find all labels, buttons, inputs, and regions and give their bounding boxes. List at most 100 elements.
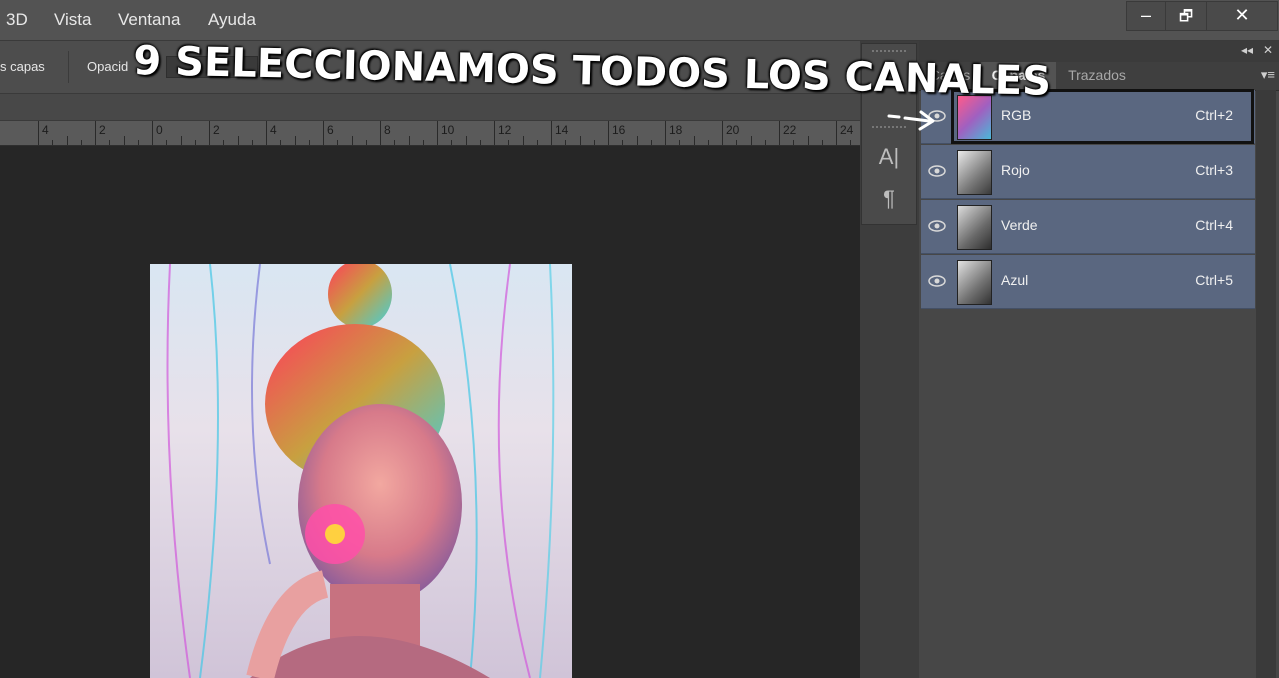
ruler-label: 22: [783, 123, 797, 137]
minimize-icon: –: [1140, 5, 1151, 25]
channel-name: Verde: [1001, 217, 1038, 233]
channel-shortcut: Ctrl+4: [1195, 217, 1233, 233]
ruler-minor-tick: [123, 136, 125, 145]
horizontal-ruler: 4 2 0 2 4 6 8 10 12 14 16 18 20 22 24: [0, 121, 880, 146]
ruler-minor-tick: [194, 140, 196, 145]
channel-thumbnail: [957, 150, 992, 195]
ruler-minor-tick: [80, 140, 82, 145]
ruler-minor-tick: [180, 136, 182, 145]
ruler-minor-tick: [109, 140, 111, 145]
ruler-major-tick: [437, 121, 438, 145]
panel-scrollbar[interactable]: [1256, 90, 1276, 678]
ruler-major-tick: [665, 121, 666, 145]
channel-shortcut: Ctrl+3: [1195, 162, 1233, 178]
menu-ayuda[interactable]: Ayuda: [208, 10, 256, 30]
collapse-panel-icon[interactable]: ◂◂: [1241, 43, 1253, 57]
ruler-major-tick: [722, 121, 723, 145]
minimize-button[interactable]: –: [1126, 1, 1166, 31]
ruler-minor-tick: [821, 140, 823, 145]
ruler-minor-tick: [636, 136, 638, 145]
ruler-minor-tick: [536, 140, 538, 145]
ruler-major-tick: [779, 121, 780, 145]
portrait-image: [166, 264, 555, 678]
opacity-label: Opacid: [87, 59, 129, 74]
ruler-minor-tick: [137, 140, 139, 145]
channel-row-azul[interactable]: Azul Ctrl+5: [921, 255, 1255, 309]
ruler-label: 10: [441, 123, 455, 137]
ruler-minor-tick: [750, 136, 752, 145]
document-tab-strip: [0, 94, 860, 121]
channel-name: Rojo: [1001, 162, 1030, 178]
document-photo[interactable]: [150, 264, 572, 678]
ruler-major-tick: [836, 121, 837, 145]
restore-button[interactable]: 🗗: [1165, 1, 1207, 31]
ruler-label: 16: [612, 123, 626, 137]
ruler-label: 2: [213, 123, 220, 137]
pointer-arrow-icon: [887, 110, 935, 131]
ruler-label: 4: [42, 123, 49, 137]
ruler-major-tick: [494, 121, 495, 145]
ruler-minor-tick: [351, 136, 353, 145]
ruler-minor-tick: [693, 136, 695, 145]
ruler-label: 0: [156, 123, 163, 137]
ruler-label: 14: [555, 123, 569, 137]
channels-panel: ◂◂ ✕ Capas Canales Trazados ▾≡ RGB Ctrl+…: [919, 41, 1279, 678]
ruler-minor-tick: [422, 140, 424, 145]
tab-trazados[interactable]: Trazados: [1056, 62, 1138, 90]
ruler-label: 12: [498, 123, 512, 137]
eye-icon[interactable]: [927, 161, 947, 181]
close-icon: ✕: [1234, 5, 1250, 25]
ruler-minor-tick: [565, 140, 567, 145]
ruler-minor-tick: [365, 140, 367, 145]
ruler-minor-tick: [394, 140, 396, 145]
menu-vista[interactable]: Vista: [54, 10, 92, 30]
ruler-minor-tick: [166, 140, 168, 145]
ruler-minor-tick: [736, 140, 738, 145]
ruler-minor-tick: [337, 140, 339, 145]
ruler-major-tick: [209, 121, 210, 145]
ruler-major-tick: [38, 121, 39, 145]
character-panel-button[interactable]: A|: [862, 144, 916, 170]
channel-row-rojo[interactable]: Rojo Ctrl+3: [921, 145, 1255, 199]
close-panel-icon[interactable]: ✕: [1263, 43, 1273, 57]
paragraph-icon: ¶: [883, 186, 895, 211]
ruler-label: 18: [669, 123, 683, 137]
panel-menu-icon[interactable]: ▾≡: [1261, 67, 1275, 83]
paragraph-panel-button[interactable]: ¶: [862, 186, 916, 212]
ruler-minor-tick: [308, 140, 310, 145]
restore-icon: 🗗: [1178, 8, 1194, 25]
ruler-major-tick: [551, 121, 552, 145]
menu-3d[interactable]: 3D: [6, 10, 28, 30]
channel-thumbnail: [957, 205, 992, 250]
eye-icon[interactable]: [927, 216, 947, 236]
ruler-major-tick: [608, 121, 609, 145]
ruler-label: 24: [840, 123, 854, 137]
ruler-minor-tick: [294, 136, 296, 145]
ruler-minor-tick: [237, 136, 239, 145]
menu-bar: 3D Vista Ventana Ayuda – 🗗 ✕: [0, 0, 1279, 41]
ruler-minor-tick: [522, 136, 524, 145]
ruler-major-tick: [323, 121, 324, 145]
channel-name: Azul: [1001, 272, 1029, 288]
ruler-minor-tick: [707, 140, 709, 145]
ruler-minor-tick: [764, 140, 766, 145]
ruler-minor-tick: [408, 136, 410, 145]
channel-row-verde[interactable]: Verde Ctrl+4: [921, 200, 1255, 254]
ruler-minor-tick: [251, 140, 253, 145]
text-tool-icon: A|: [878, 144, 900, 169]
ruler-minor-tick: [850, 140, 852, 145]
ruler-minor-tick: [52, 140, 54, 145]
ruler-label: 4: [270, 123, 277, 137]
ruler-minor-tick: [451, 140, 453, 145]
ruler-minor-tick: [465, 136, 467, 145]
ruler-minor-tick: [66, 136, 68, 145]
ruler-minor-tick: [579, 136, 581, 145]
menu-ventana[interactable]: Ventana: [118, 10, 180, 30]
eye-icon[interactable]: [927, 271, 947, 291]
close-button[interactable]: ✕: [1206, 1, 1278, 31]
ruler-major-tick: [266, 121, 267, 145]
ruler-minor-tick: [807, 136, 809, 145]
ruler-minor-tick: [650, 140, 652, 145]
ruler-label: 2: [99, 123, 106, 137]
ruler-major-tick: [152, 121, 153, 145]
